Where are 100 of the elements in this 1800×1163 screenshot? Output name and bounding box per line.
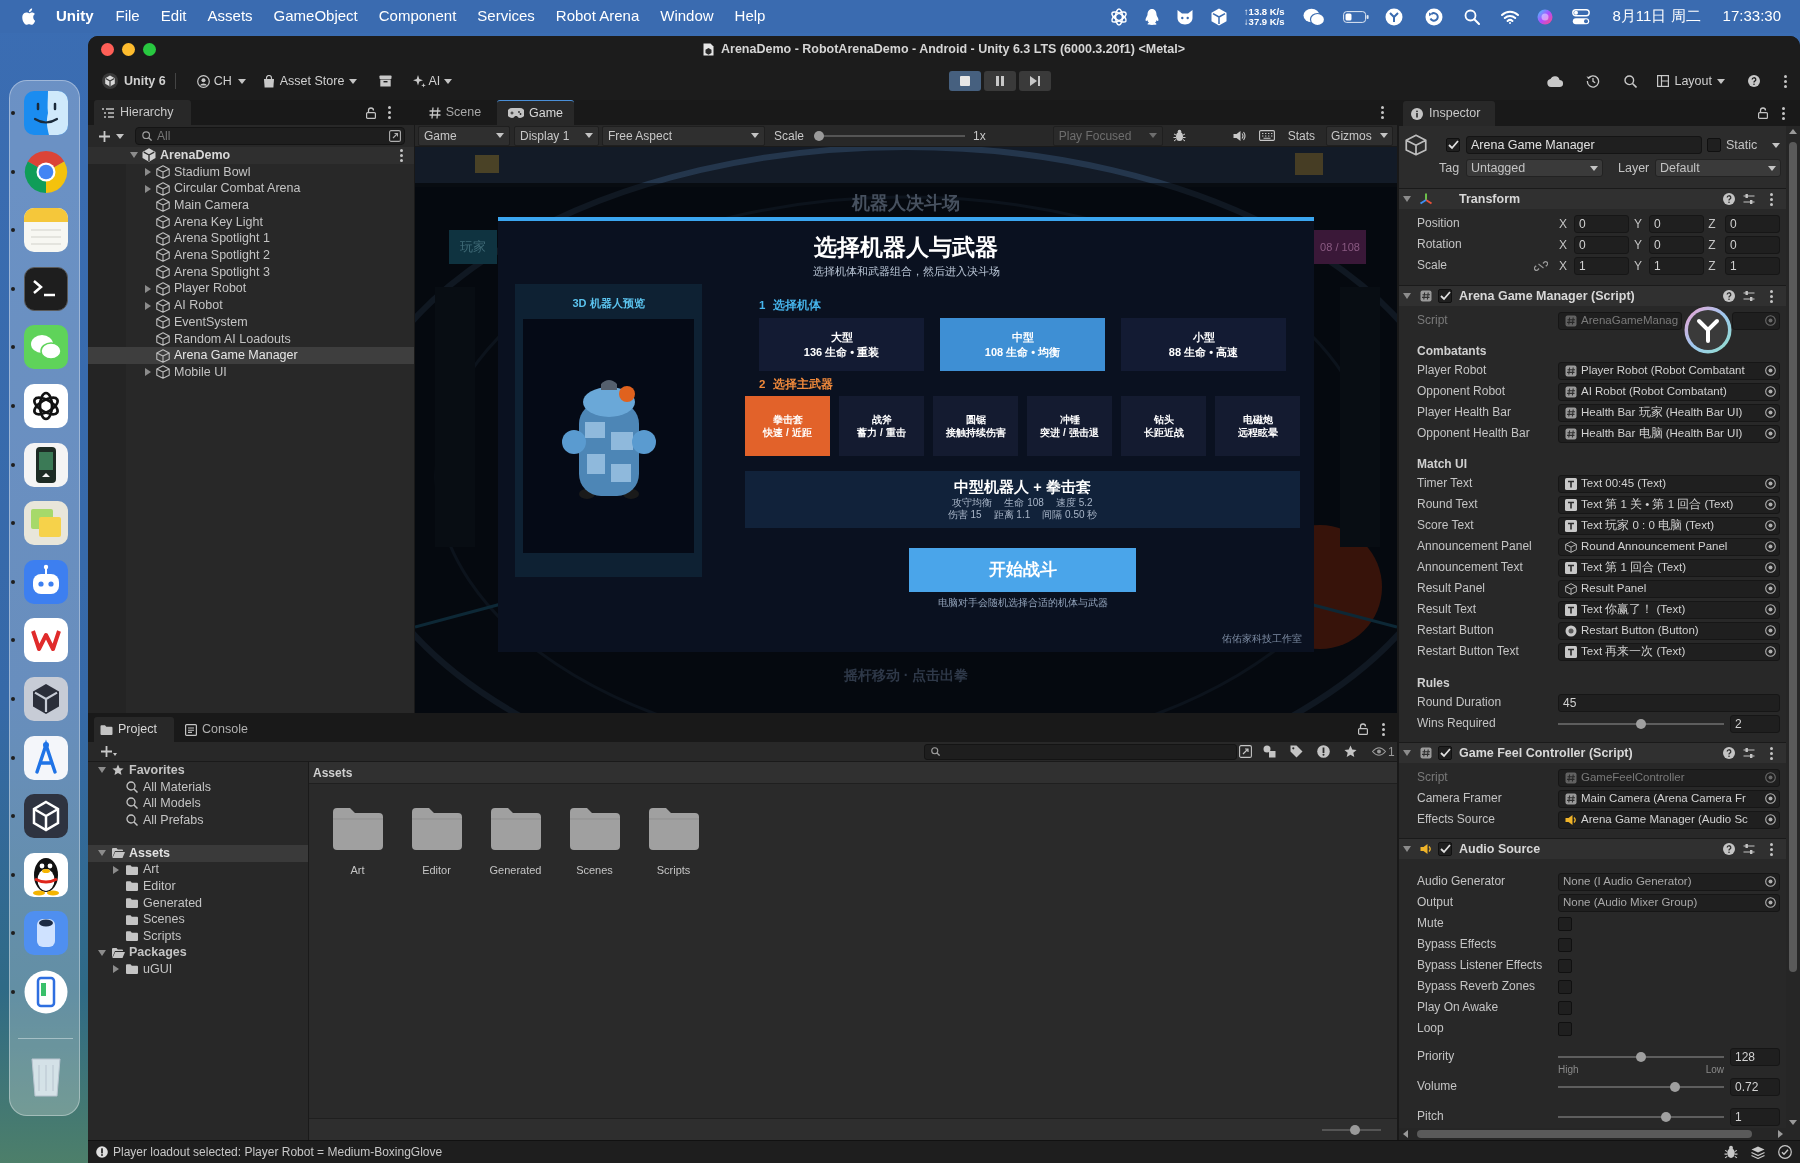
- atom-icon[interactable]: [23, 383, 68, 428]
- more-options-icon[interactable]: [1382, 722, 1385, 736]
- zigzag-logo-icon[interactable]: [23, 618, 68, 663]
- cube-logo-icon[interactable]: [23, 676, 68, 721]
- checkbox[interactable]: [1438, 746, 1452, 760]
- object-picker-icon[interactable]: [1765, 562, 1776, 573]
- tree-item[interactable]: Packages: [88, 944, 308, 962]
- lock-icon[interactable]: [1758, 107, 1768, 119]
- folder-tile[interactable]: Editor: [397, 808, 476, 877]
- scroll-left-arrow-icon[interactable]: [1403, 1130, 1408, 1138]
- object-field[interactable]: AI Robot (Robot Combatant): [1558, 382, 1780, 401]
- app-menu[interactable]: Unity: [56, 5, 94, 28]
- lock-icon[interactable]: [366, 106, 376, 119]
- menu-item[interactable]: Component: [378, 5, 457, 28]
- object-field[interactable]: Text 第 1 回合 (Text): [1558, 558, 1780, 577]
- number-field[interactable]: 0: [1725, 214, 1780, 233]
- smiling-face-icon[interactable]: [23, 91, 68, 135]
- hierarchy-item[interactable]: AI Robot: [88, 297, 414, 314]
- search-icon[interactable]: [1624, 74, 1638, 88]
- tree-item[interactable]: Scripts: [88, 927, 308, 945]
- tree-item[interactable]: Assets: [88, 844, 308, 862]
- object-field[interactable]: Text 你赢了！ (Text): [1558, 600, 1780, 619]
- name-field[interactable]: Arena Game Manager: [1466, 136, 1702, 154]
- weapon-option[interactable]: 电磁炮 远程眩晕: [1215, 396, 1300, 456]
- menu-item[interactable]: Window: [660, 5, 714, 28]
- create-dropdown[interactable]: [101, 746, 117, 757]
- caret-down-icon[interactable]: [751, 133, 759, 138]
- more-options-icon[interactable]: [400, 148, 403, 162]
- more-options-icon[interactable]: [1770, 289, 1773, 303]
- tag-icon[interactable]: [1290, 745, 1303, 758]
- help-icon[interactable]: [1748, 75, 1760, 87]
- tree-item[interactable]: uGUI: [88, 961, 308, 978]
- cloud-icon[interactable]: [1547, 75, 1564, 87]
- object-picker-icon[interactable]: [1765, 604, 1776, 615]
- number-field[interactable]: 0: [1574, 214, 1629, 233]
- slider-thumb[interactable]: [1670, 1081, 1681, 1092]
- menu-item[interactable]: Assets: [207, 5, 253, 28]
- object-picker-icon[interactable]: [1765, 478, 1776, 489]
- number-field[interactable]: 0.72: [1730, 1077, 1780, 1096]
- number-field[interactable]: 2: [1730, 714, 1780, 733]
- object-picker-icon[interactable]: [1765, 583, 1776, 594]
- cube-icon[interactable]: [1210, 7, 1227, 26]
- object-picker-icon[interactable]: [1765, 541, 1776, 552]
- phone-outline-icon[interactable]: [23, 969, 68, 1014]
- color-orb-icon[interactable]: [1536, 8, 1553, 25]
- expanded-arrow-icon[interactable]: [1403, 750, 1411, 756]
- collapsed-arrow-icon[interactable]: [145, 284, 151, 293]
- component-header[interactable]: Audio Source: [1399, 838, 1786, 859]
- weapon-option[interactable]: 钻头 长距近战: [1121, 396, 1206, 456]
- dropdown[interactable]: Untagged: [1466, 159, 1603, 177]
- robot-face-icon[interactable]: [23, 559, 68, 604]
- shapes-icon[interactable]: [1263, 745, 1276, 758]
- horizontal-scrollbar[interactable]: [1399, 1128, 1800, 1140]
- number-field[interactable]: 1: [1725, 256, 1780, 275]
- hierarchy-item[interactable]: Arena Spotlight 1: [88, 230, 414, 248]
- object-field[interactable]: Restart Button (Button): [1558, 621, 1780, 640]
- cylinder-icon[interactable]: [23, 911, 68, 956]
- control-toggles-icon[interactable]: [1571, 8, 1590, 25]
- expand-window-icon[interactable]: [389, 130, 401, 142]
- arrow-box-icon[interactable]: [1239, 745, 1252, 758]
- object-field[interactable]: Health Bar 玩家 (Health Bar UI): [1558, 403, 1780, 422]
- object-field[interactable]: Arena Game Manager (Audio Sc: [1558, 810, 1780, 829]
- checkbox[interactable]: [1558, 958, 1572, 973]
- apple-icon[interactable]: [22, 8, 36, 25]
- weapon-option[interactable]: 圆锯 接触持续伤害: [933, 396, 1018, 456]
- account-dropdown[interactable]: CH: [196, 71, 246, 91]
- object-picker-icon[interactable]: [1765, 499, 1776, 510]
- object-picker-icon[interactable]: [1765, 520, 1776, 531]
- bug-icon[interactable]: [1724, 1145, 1738, 1159]
- menu-bar-clock[interactable]: 17:33:30: [1722, 5, 1781, 28]
- menu-item[interactable]: Edit: [160, 5, 187, 28]
- caret-down-icon[interactable]: [1768, 165, 1776, 171]
- tree-item[interactable]: All Prefabs: [88, 811, 308, 829]
- slider-thumb[interactable]: [1660, 1111, 1671, 1122]
- chat-bubbles-icon[interactable]: [1302, 7, 1325, 26]
- object-field[interactable]: Health Bar 电脑 (Health Bar UI): [1558, 424, 1780, 443]
- display-dropdown[interactable]: Display 1: [514, 125, 599, 146]
- panel-tab[interactable]: Inspector: [1403, 101, 1495, 126]
- slider-thumb[interactable]: [1350, 1124, 1361, 1135]
- weapon-option[interactable]: 冲锤 突进 / 强击退: [1027, 396, 1112, 456]
- object-picker-icon[interactable]: [1765, 897, 1776, 908]
- object-picker-icon[interactable]: [1765, 386, 1776, 397]
- history-icon[interactable]: [1586, 74, 1601, 88]
- scroll-up-arrow-icon[interactable]: [1789, 129, 1797, 134]
- terminal-icon[interactable]: [23, 266, 68, 311]
- checkbox[interactable]: [1446, 138, 1460, 152]
- search-field[interactable]: [924, 743, 1237, 760]
- number-field[interactable]: 0: [1574, 235, 1629, 254]
- object-field[interactable]: Main Camera (Arena Camera Fr: [1558, 789, 1780, 808]
- menu-item[interactable]: File: [115, 5, 140, 28]
- breadcrumb-item[interactable]: Assets: [313, 763, 353, 782]
- bug-icon[interactable]: [1172, 129, 1186, 142]
- pause-button[interactable]: [983, 71, 1016, 91]
- body-option[interactable]: 大型 136 生命 • 重装: [759, 318, 924, 371]
- slider-thumb[interactable]: [814, 130, 825, 141]
- floating-widget-icon[interactable]: [1684, 306, 1732, 354]
- slider-thumb[interactable]: [1636, 718, 1646, 729]
- panel-tab[interactable]: Console: [177, 717, 253, 742]
- object-picker-icon[interactable]: [1765, 646, 1776, 657]
- more-options-icon[interactable]: [1784, 74, 1787, 88]
